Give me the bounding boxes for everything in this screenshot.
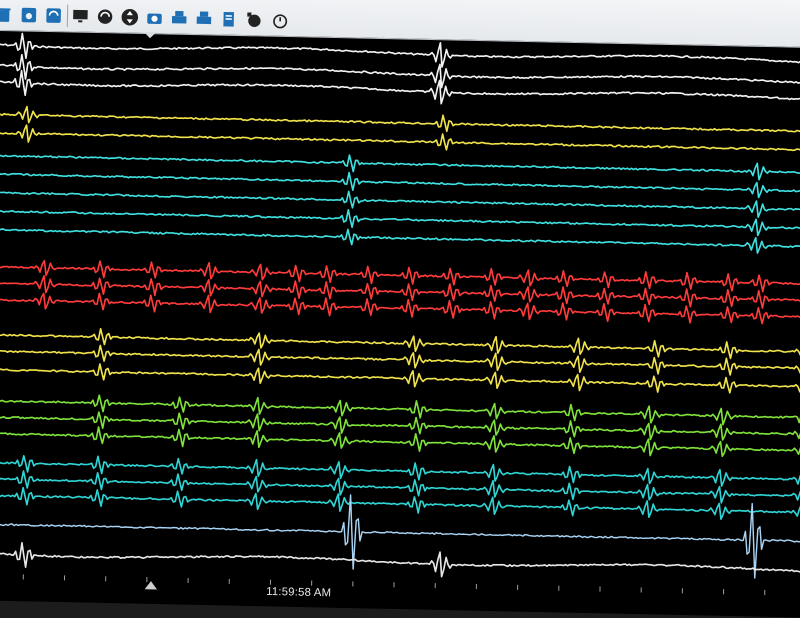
trace-cyan-2-21 — [0, 487, 800, 522]
trace-yellow-2-13 — [0, 326, 800, 360]
save-button[interactable] — [18, 4, 39, 27]
cycle-button[interactable] — [95, 5, 116, 28]
timer-clock-icon — [245, 10, 264, 29]
up-down-icon — [120, 8, 139, 27]
toolbar-separator — [67, 5, 69, 28]
trace-green-17 — [0, 408, 800, 443]
printer-2-icon — [195, 9, 214, 28]
printer-icon — [170, 9, 189, 28]
print-alt-button[interactable] — [193, 7, 214, 30]
current-time: 11:59:58 AM — [266, 586, 331, 600]
time-cursor-icon[interactable] — [145, 581, 158, 589]
trace-yellow-1-3 — [0, 106, 800, 139]
trace-green-16 — [0, 392, 800, 427]
camera-icon — [145, 8, 164, 27]
trace-yellow-2-14 — [0, 343, 800, 377]
trash-button[interactable] — [0, 3, 15, 26]
trash-icon — [0, 5, 14, 24]
monitor-icon — [71, 7, 90, 26]
disk-icon — [19, 6, 38, 25]
refresh-arrows-icon — [44, 6, 63, 25]
refresh-button[interactable] — [43, 4, 64, 27]
signal-traces — [0, 30, 800, 591]
up-down-button[interactable] — [119, 6, 140, 29]
timer-button[interactable] — [244, 8, 265, 31]
cycle-icon — [96, 7, 115, 26]
monitor-button[interactable] — [70, 5, 91, 28]
ep-recording-screen: 11:59:58 AM — [0, 0, 800, 618]
trace-yellow-1-4 — [0, 124, 800, 158]
camera-button[interactable] — [144, 6, 165, 29]
report-button[interactable] — [218, 8, 239, 31]
trace-cyan-2-19 — [0, 454, 800, 488]
trace-green-18 — [0, 425, 800, 460]
print-button[interactable] — [169, 7, 190, 30]
stopwatch-icon — [271, 11, 290, 30]
stopwatch-button[interactable] — [270, 9, 291, 32]
trace-surface-white-1 — [0, 54, 800, 95]
trace-red-10 — [0, 258, 800, 293]
document-stack-icon — [219, 10, 238, 29]
trace-cyan-2-20 — [0, 470, 800, 505]
